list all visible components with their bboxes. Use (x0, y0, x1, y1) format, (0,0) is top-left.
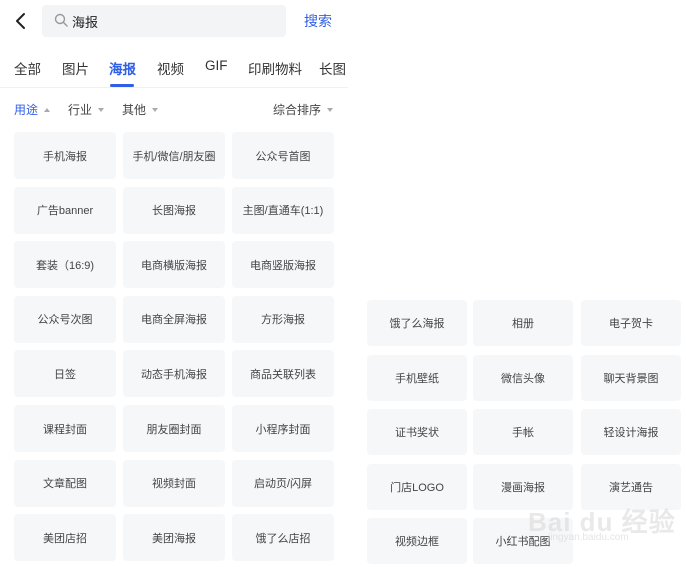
filter-other-label: 其他 (122, 103, 147, 117)
poster-type-item[interactable]: 主图/直通车(1:1) (232, 186, 334, 234)
filter-usage-label: 用途 (14, 103, 39, 117)
poster-type-item[interactable]: 动态手机海报 (123, 350, 225, 398)
poster-type-item[interactable]: 饿了么店招 (232, 514, 334, 562)
tab-videos[interactable]: 视频 (157, 58, 184, 78)
poster-type-item[interactable]: 轻设计海报 (581, 409, 681, 455)
filter-industry-label: 行业 (68, 103, 93, 117)
tab-long-images[interactable]: 长图 (319, 58, 346, 78)
chevron-left-icon[interactable] (10, 10, 32, 32)
poster-type-item[interactable]: 公众号次图 (14, 295, 116, 343)
poster-type-item[interactable]: 长图海报 (123, 186, 225, 234)
poster-type-item[interactable]: 美团海报 (123, 514, 225, 562)
poster-type-item[interactable]: 手帐 (473, 409, 573, 455)
search-bar (42, 5, 286, 37)
caret-down-icon (152, 108, 159, 112)
active-tab-indicator (110, 84, 134, 87)
search-icon (54, 13, 68, 27)
poster-type-item[interactable]: 聊天背景图 (581, 354, 681, 401)
poster-type-item[interactable]: 文章配图 (14, 459, 116, 507)
mobile-search-panel: 搜索 全部 图片 海报 视频 GIF 印刷物料 长图 用途 行业 其他 综合排序… (0, 0, 348, 567)
tab-posters[interactable]: 海报 (109, 58, 136, 78)
sort-dropdown[interactable]: 综合排序 (273, 101, 334, 118)
category-tabs: 全部 图片 海报 视频 GIF 印刷物料 长图 (0, 46, 348, 88)
filter-other[interactable]: 其他 (122, 101, 159, 118)
poster-type-item[interactable]: 朋友圈封面 (123, 405, 225, 452)
search-button[interactable]: 搜索 (296, 10, 340, 32)
filter-usage[interactable]: 用途 (14, 101, 51, 118)
poster-type-item[interactable]: 电子贺卡 (581, 300, 681, 346)
poster-type-item[interactable]: 美团店招 (14, 514, 116, 562)
tab-all[interactable]: 全部 (14, 58, 41, 78)
tab-print-materials[interactable]: 印刷物料 (248, 58, 302, 78)
caret-down-icon (98, 108, 105, 112)
tab-gif[interactable]: GIF (205, 58, 228, 73)
poster-type-item[interactable]: 视频封面 (123, 459, 225, 507)
filter-bar: 用途 行业 其他 综合排序 (0, 96, 348, 122)
poster-type-item[interactable]: 电商横版海报 (123, 241, 225, 289)
filter-industry[interactable]: 行业 (68, 101, 105, 118)
poster-type-item[interactable]: 手机/微信/朋友圈 (123, 132, 225, 179)
poster-type-item[interactable]: 日签 (14, 350, 116, 398)
poster-type-item[interactable]: 门店LOGO (367, 463, 467, 510)
poster-type-item[interactable]: 饿了么海报 (367, 300, 467, 346)
caret-down-icon (327, 108, 334, 112)
poster-type-item[interactable]: 证书奖状 (367, 409, 467, 455)
poster-type-item[interactable]: 课程封面 (14, 405, 116, 452)
poster-type-item[interactable]: 广告banner (14, 186, 116, 234)
top-bar: 搜索 (0, 0, 348, 44)
poster-type-item[interactable]: 小程序封面 (232, 405, 334, 452)
caret-up-icon (44, 108, 51, 112)
poster-type-item[interactable]: 视频边框 (367, 518, 467, 564)
poster-type-item[interactable]: 微信头像 (473, 354, 573, 401)
poster-type-item[interactable]: 手机海报 (14, 132, 116, 179)
poster-type-item[interactable]: 漫画海报 (473, 463, 573, 510)
more-poster-types-panel: 饿了么海报 相册 电子贺卡手机壁纸 微信头像 聊天背景图证书奖状 手帐 轻设计海报门店LOG… (348, 0, 686, 567)
poster-type-item[interactable]: 电商竖版海报 (232, 241, 334, 289)
poster-type-item[interactable]: 套装（16:9) (14, 241, 116, 289)
poster-type-item[interactable]: 公众号首图 (232, 132, 334, 179)
sort-label: 综合排序 (273, 103, 322, 117)
tab-images[interactable]: 图片 (62, 58, 89, 78)
poster-type-item[interactable]: 电商全屏海报 (123, 295, 225, 343)
poster-type-item[interactable]: 演艺通告 (581, 463, 681, 510)
poster-type-item[interactable]: 方形海报 (232, 295, 334, 343)
poster-type-item[interactable]: 启动页/闪屏 (232, 459, 334, 507)
poster-type-item[interactable]: 小红书配图 (473, 518, 573, 564)
poster-type-item[interactable]: 手机壁纸 (367, 354, 467, 401)
poster-type-item[interactable]: 商品关联列表 (232, 350, 334, 398)
search-input[interactable] (72, 5, 272, 37)
poster-type-item[interactable]: 相册 (473, 300, 573, 346)
